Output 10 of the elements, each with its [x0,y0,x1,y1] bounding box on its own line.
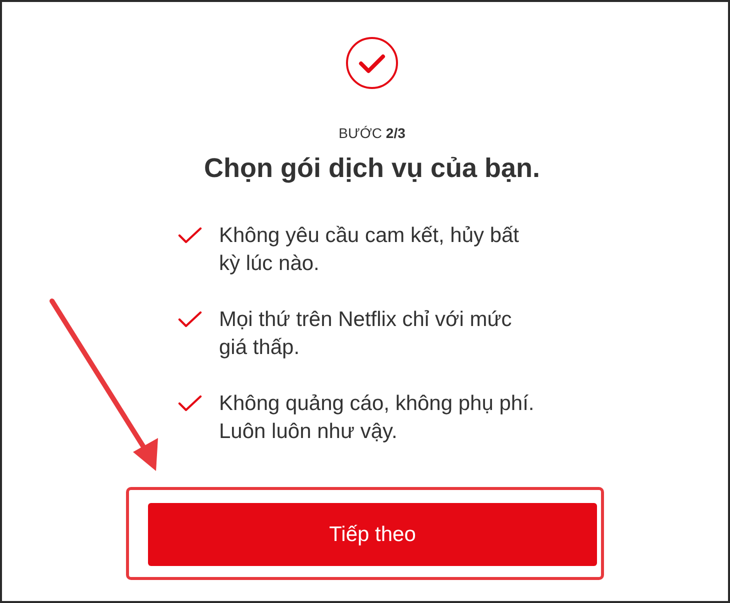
benefit-text: Mọi thứ trên Netflix chỉ với mức giá thấp. [219,307,513,361]
benefit-text: Không yêu cầu cam kết, hủy bất kỳ lúc nào. [219,223,520,277]
check-icon [178,311,202,328]
step-label: BƯỚC 2/3 [338,124,406,143]
check-icon [178,395,202,412]
benefit-text: Không quảng cáo, không phụ phí. Luôn luôn như vậy. [219,391,536,445]
check-circle-icon [346,37,398,89]
next-button[interactable]: Tiếp theo [148,503,597,566]
check-icon [178,227,202,244]
page-title: Chọn gói dịch vụ của bạn. [204,152,540,185]
